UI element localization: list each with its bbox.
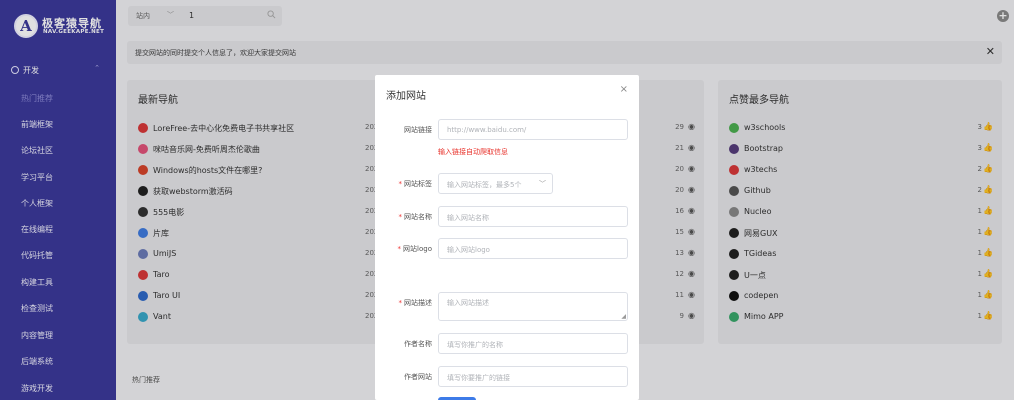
desc-textarea[interactable]: 输入网站描述 ◢ xyxy=(438,292,628,321)
author-label: 作者名称 xyxy=(404,340,432,348)
author-placeholder: 填写你推广的名称 xyxy=(447,341,503,349)
url-input[interactable]: http://www.baidu.com/ xyxy=(438,119,628,140)
close-icon[interactable]: × xyxy=(620,84,628,95)
url-placeholder: http://www.baidu.com/ xyxy=(447,126,527,134)
logo-placeholder: 输入网站logo xyxy=(447,246,490,254)
desc-label: * 网站描述 xyxy=(398,299,433,307)
tag-label: * 网站标签 xyxy=(398,180,433,188)
name-input[interactable]: 输入网站名称 xyxy=(438,206,628,227)
add-site-modal: 添加网站 × 网站链接 http://www.baidu.com/ 输入链接自动… xyxy=(375,75,639,400)
tag-select[interactable]: 输入网站标签，最多5个 ﹀ xyxy=(438,173,553,194)
url-hint: 输入链接自动爬取信息 xyxy=(438,148,508,156)
name-label: * 网站名称 xyxy=(398,213,433,221)
logo-input[interactable]: 输入网站logo xyxy=(438,238,628,259)
url-label: 网站链接 xyxy=(404,126,432,134)
tag-placeholder: 输入网站标签，最多5个 xyxy=(447,181,522,189)
author-input[interactable]: 填写你推广的名称 xyxy=(438,333,628,354)
author-site-label: 作者网站 xyxy=(404,373,432,381)
chevron-down-icon: ﹀ xyxy=(539,180,546,188)
desc-placeholder: 输入网站描述 xyxy=(447,299,489,307)
modal-title: 添加网站 xyxy=(386,91,426,102)
logo-label: * 网站logo xyxy=(397,245,432,253)
author-site-placeholder: 填写你要推广的链接 xyxy=(447,374,510,382)
author-site-input[interactable]: 填写你要推广的链接 xyxy=(438,366,628,387)
resize-handle-icon[interactable]: ◢ xyxy=(621,313,626,320)
name-placeholder: 输入网站名称 xyxy=(447,214,489,222)
